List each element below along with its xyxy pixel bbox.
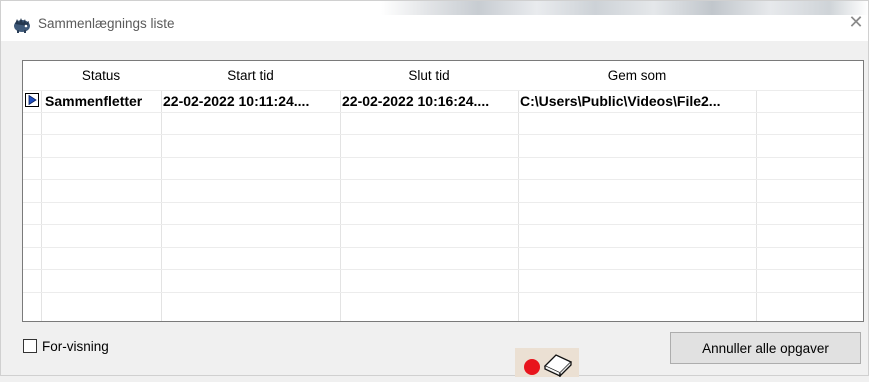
hedgehog-app-icon — [13, 17, 31, 33]
list-header: Status Start tid Slut tid Gem som — [23, 61, 863, 90]
cancel-all-tasks-button[interactable]: Annuller alle opgaver — [670, 332, 861, 364]
cell-gem-som: C:\Users\Public\Videos\File2... — [520, 93, 721, 109]
row-divider — [23, 224, 863, 225]
row-divider — [23, 112, 863, 113]
merge-list-window: Sammenlægnings liste ✕ Status Start tid … — [0, 0, 869, 378]
title-bar[interactable]: Sammenlægnings liste ✕ — [1, 1, 868, 41]
table-row[interactable]: Sammenfletter 22-02-2022 10:11:24.... 22… — [23, 90, 863, 112]
column-header-gem-som[interactable]: Gem som — [518, 61, 756, 90]
column-header-empty[interactable] — [756, 61, 863, 90]
record-tool[interactable] — [515, 348, 579, 378]
record-dot-icon — [524, 359, 540, 375]
cell-slut-tid: 22-02-2022 10:16:24.... — [342, 93, 490, 109]
cell-start-tid: 22-02-2022 10:11:24.... — [163, 93, 310, 109]
row-divider — [23, 269, 863, 270]
title-bar-texture — [381, 1, 868, 15]
play-arrow-icon — [25, 93, 39, 107]
merge-job-list[interactable]: Status Start tid Slut tid Gem som Sammen… — [22, 60, 864, 322]
eraser-icon — [543, 354, 573, 378]
row-divider — [23, 202, 863, 203]
cell-status: Sammenfletter — [45, 93, 143, 109]
checkbox-box[interactable] — [23, 339, 37, 353]
row-divider — [23, 157, 863, 158]
close-icon[interactable]: ✕ — [845, 11, 867, 33]
preview-checkbox-label[interactable]: For-visning — [42, 339, 109, 354]
row-divider — [23, 292, 863, 293]
column-header-slut-tid[interactable]: Slut tid — [340, 61, 518, 90]
preview-checkbox[interactable]: For-visning — [23, 338, 109, 354]
window-title: Sammenlægnings liste — [38, 16, 175, 31]
row-divider — [23, 134, 863, 135]
column-header-start-tid[interactable]: Start tid — [161, 61, 340, 90]
column-header-status[interactable]: Status — [41, 61, 161, 90]
row-divider — [23, 247, 863, 248]
row-divider — [23, 179, 863, 180]
